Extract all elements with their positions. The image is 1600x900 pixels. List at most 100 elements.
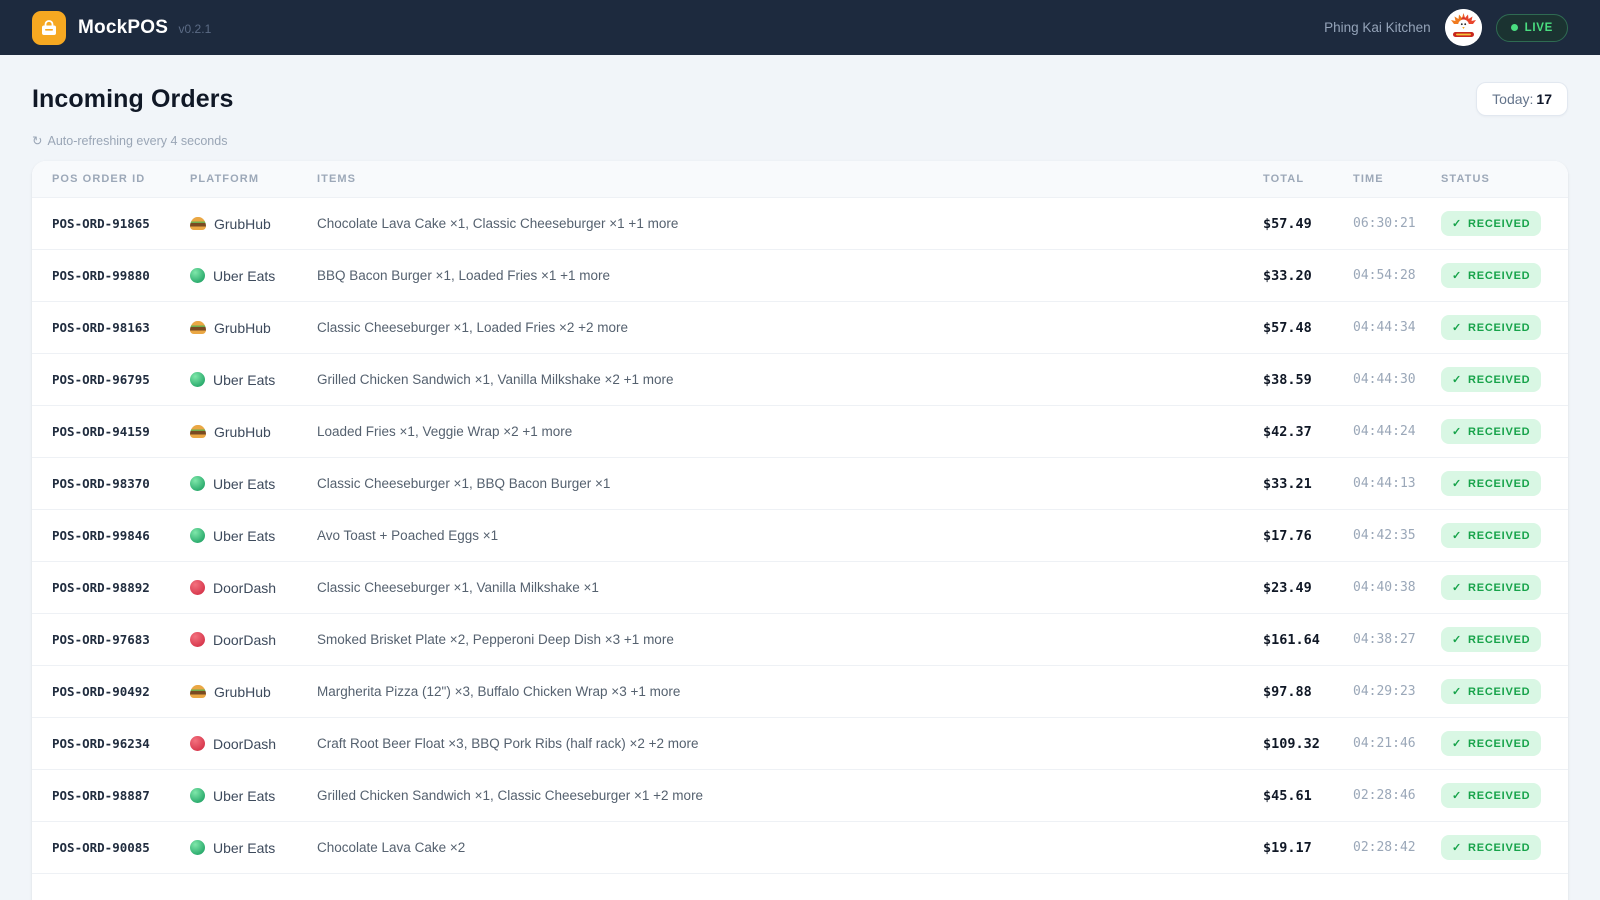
platform-label: Uber Eats — [213, 268, 275, 284]
order-row[interactable]: POS-ORD-94159 GrubHub Loaded Fries ×1, V… — [32, 406, 1568, 458]
order-total: $38.59 — [1263, 372, 1353, 388]
status-cell: ✓ RECEIVED — [1441, 575, 1568, 600]
order-row[interactable]: POS-ORD-90085 Uber Eats Chocolate Lava C… — [32, 822, 1568, 874]
order-time: 04:44:34 — [1353, 320, 1441, 335]
pos-logo-icon — [32, 11, 66, 45]
status-cell: ✓ RECEIVED — [1441, 783, 1568, 808]
status-cell: ✓ RECEIVED — [1441, 471, 1568, 496]
order-row[interactable]: POS-ORD-99846 Uber Eats Avo Toast + Poac… — [32, 510, 1568, 562]
status-label: RECEIVED — [1468, 374, 1530, 386]
order-id: POS-ORD-90085 — [52, 840, 190, 855]
grubhub-burger-icon — [190, 217, 206, 230]
status-label: RECEIVED — [1468, 322, 1530, 334]
order-row[interactable]: POS-ORD-96234 DoorDash Craft Root Beer F… — [32, 718, 1568, 770]
platform-label: Uber Eats — [213, 788, 275, 804]
platform-label: Uber Eats — [213, 476, 275, 492]
status-badge: ✓ RECEIVED — [1441, 679, 1541, 704]
platform-label: DoorDash — [213, 632, 276, 648]
check-icon: ✓ — [1452, 425, 1462, 438]
next-row-partial — [32, 874, 1568, 900]
order-total: $97.88 — [1263, 684, 1353, 700]
order-items: Avo Toast + Poached Eggs ×1 — [317, 528, 1263, 543]
grubhub-burger-icon — [190, 425, 206, 438]
status-label: RECEIVED — [1468, 218, 1530, 230]
platform-cell: Uber Eats — [190, 268, 317, 284]
order-row[interactable]: POS-ORD-99880 Uber Eats BBQ Bacon Burger… — [32, 250, 1568, 302]
order-total: $42.37 — [1263, 424, 1353, 440]
order-id: POS-ORD-96795 — [52, 372, 190, 387]
status-label: RECEIVED — [1468, 270, 1530, 282]
order-total: $23.49 — [1263, 580, 1353, 596]
status-cell: ✓ RECEIVED — [1441, 523, 1568, 548]
status-label: RECEIVED — [1468, 530, 1530, 542]
refresh-text: Auto-refreshing every 4 seconds — [47, 134, 227, 148]
status-badge: ✓ RECEIVED — [1441, 419, 1541, 444]
live-dot-icon — [1511, 24, 1518, 31]
check-icon: ✓ — [1452, 581, 1462, 594]
order-total: $45.61 — [1263, 788, 1353, 804]
order-row[interactable]: POS-ORD-98370 Uber Eats Classic Cheesebu… — [32, 458, 1568, 510]
order-time: 06:30:21 — [1353, 216, 1441, 231]
order-total: $19.17 — [1263, 840, 1353, 856]
today-label: Today: — [1492, 91, 1533, 107]
main-content: Incoming Orders Today:17 ↻ Auto-refreshi… — [0, 82, 1600, 900]
check-icon: ✓ — [1452, 373, 1462, 386]
order-row[interactable]: POS-ORD-98887 Uber Eats Grilled Chicken … — [32, 770, 1568, 822]
ubereats-dot-icon — [190, 840, 205, 855]
order-total: $33.21 — [1263, 476, 1353, 492]
status-label: RECEIVED — [1468, 738, 1530, 750]
status-cell: ✓ RECEIVED — [1441, 835, 1568, 860]
status-badge: ✓ RECEIVED — [1441, 783, 1541, 808]
order-row[interactable]: POS-ORD-98892 DoorDash Classic Cheesebur… — [32, 562, 1568, 614]
status-label: RECEIVED — [1468, 426, 1530, 438]
grubhub-burger-icon — [190, 321, 206, 334]
order-items: Chocolate Lava Cake ×1, Classic Cheesebu… — [317, 216, 1263, 231]
status-cell: ✓ RECEIVED — [1441, 419, 1568, 444]
check-icon: ✓ — [1452, 321, 1462, 334]
order-row[interactable]: POS-ORD-90492 GrubHub Margherita Pizza (… — [32, 666, 1568, 718]
restaurant-name: Phing Kai Kitchen — [1324, 20, 1431, 35]
top-navbar: MockPOS v0.2.1 Phing Kai Kitchen LIVE — [0, 0, 1600, 55]
order-id: POS-ORD-98163 — [52, 320, 190, 335]
platform-cell: DoorDash — [190, 736, 317, 752]
ubereats-dot-icon — [190, 476, 205, 491]
status-badge: ✓ RECEIVED — [1441, 835, 1541, 860]
order-items: Grilled Chicken Sandwich ×1, Classic Che… — [317, 788, 1263, 803]
orders-table: POS ORDER ID PLATFORM ITEMS TOTAL TIME S… — [32, 161, 1568, 900]
col-header-order-id: POS ORDER ID — [52, 173, 190, 185]
order-id: POS-ORD-99846 — [52, 528, 190, 543]
order-items: Classic Cheeseburger ×1, Loaded Fries ×2… — [317, 320, 1263, 335]
status-badge: ✓ RECEIVED — [1441, 731, 1541, 756]
order-id: POS-ORD-97683 — [52, 632, 190, 647]
check-icon: ✓ — [1452, 269, 1462, 282]
platform-cell: Uber Eats — [190, 788, 317, 804]
status-label: RECEIVED — [1468, 582, 1530, 594]
status-cell: ✓ RECEIVED — [1441, 211, 1568, 236]
platform-cell: DoorDash — [190, 580, 317, 596]
ubereats-dot-icon — [190, 528, 205, 543]
order-time: 04:54:28 — [1353, 268, 1441, 283]
rooster-logo-icon — [1445, 9, 1482, 46]
order-row[interactable]: POS-ORD-98163 GrubHub Classic Cheeseburg… — [32, 302, 1568, 354]
restaurant-avatar[interactable] — [1445, 9, 1482, 46]
live-label: LIVE — [1525, 22, 1553, 34]
doordash-dot-icon — [190, 632, 205, 647]
app-title: MockPOS — [78, 17, 168, 38]
col-header-status: STATUS — [1441, 173, 1568, 185]
platform-label: Uber Eats — [213, 528, 275, 544]
order-time: 04:42:35 — [1353, 528, 1441, 543]
order-row[interactable]: POS-ORD-91865 GrubHub Chocolate Lava Cak… — [32, 198, 1568, 250]
order-id: POS-ORD-98370 — [52, 476, 190, 491]
order-row[interactable]: POS-ORD-96795 Uber Eats Grilled Chicken … — [32, 354, 1568, 406]
order-id: POS-ORD-98892 — [52, 580, 190, 595]
order-id: POS-ORD-94159 — [52, 424, 190, 439]
order-row[interactable]: POS-ORD-97683 DoorDash Smoked Brisket Pl… — [32, 614, 1568, 666]
platform-label: GrubHub — [214, 320, 271, 336]
app-version: v0.2.1 — [179, 22, 212, 36]
order-total: $57.49 — [1263, 216, 1353, 232]
check-icon: ✓ — [1452, 217, 1462, 230]
platform-label: GrubHub — [214, 424, 271, 440]
order-id: POS-ORD-90492 — [52, 684, 190, 699]
status-label: RECEIVED — [1468, 842, 1530, 854]
status-cell: ✓ RECEIVED — [1441, 367, 1568, 392]
